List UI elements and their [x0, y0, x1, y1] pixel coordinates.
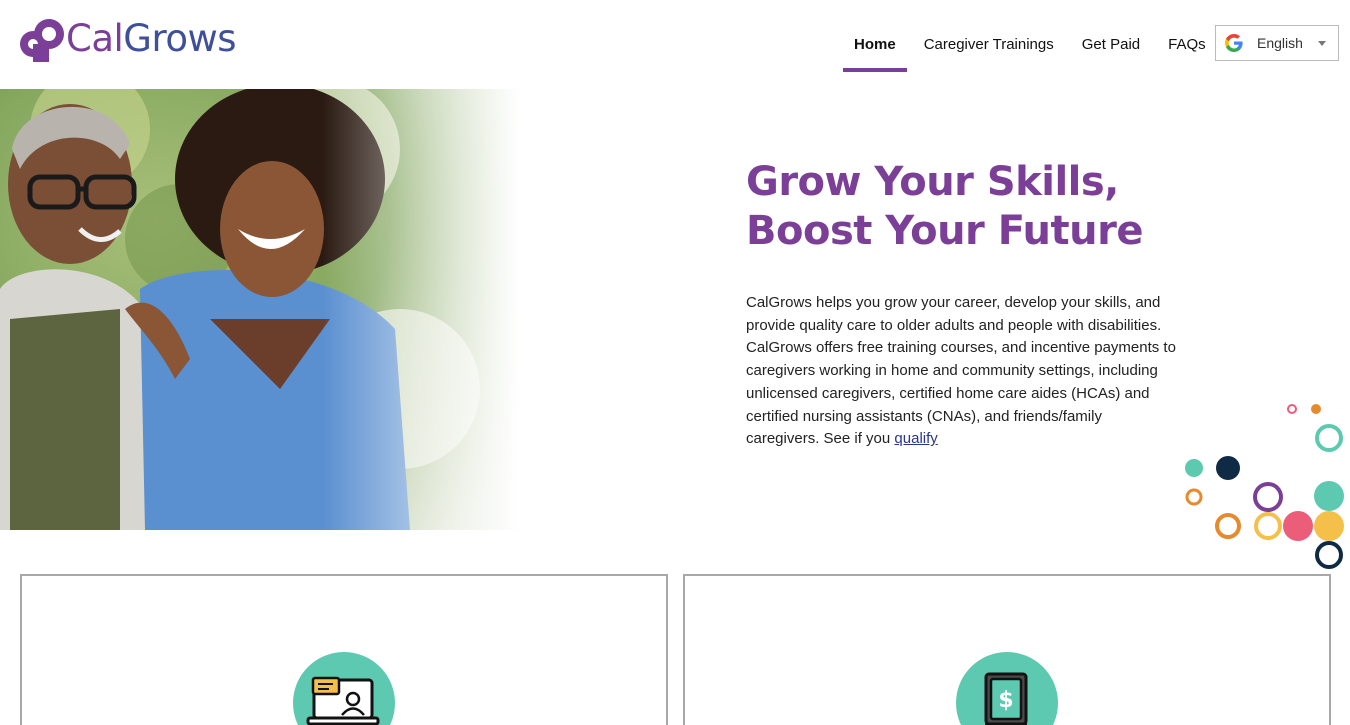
training-card[interactable] — [20, 574, 668, 725]
hero-title-line-2: Boost Your Future — [746, 208, 1143, 254]
nav-caregiver-trainings[interactable]: Caregiver Trainings — [910, 24, 1068, 67]
chevron-down-icon — [1318, 41, 1326, 46]
calgrows-logo-icon — [20, 19, 64, 62]
svg-text:$: $ — [998, 688, 1013, 713]
nav-get-paid[interactable]: Get Paid — [1068, 24, 1154, 67]
logo-text-grows: Grows — [123, 16, 237, 60]
qualify-link[interactable]: qualify — [894, 430, 937, 447]
hero-title: Grow Your Skills, Boost Your Future — [746, 158, 1166, 256]
online-training-icon — [293, 652, 395, 725]
hero-title-line-1: Grow Your Skills, — [746, 159, 1119, 205]
google-g-icon — [1225, 34, 1243, 52]
logo-text-cal: Cal — [66, 16, 124, 60]
hero-description-text: CalGrows helps you grow your career, dev… — [746, 294, 1176, 448]
hero-description: CalGrows helps you grow your career, dev… — [746, 292, 1176, 451]
logo-wordmark: CalGrows — [66, 16, 237, 60]
payment-book-icon: $ — [956, 652, 1058, 725]
caregiver-photo — [0, 89, 520, 530]
language-select[interactable]: English — [1215, 25, 1339, 61]
site-header: CalGrows Home Caregiver Trainings Get Pa… — [0, 0, 1350, 89]
main-nav: Home Caregiver Trainings Get Paid FAQs — [840, 24, 1220, 72]
nav-home[interactable]: Home — [840, 24, 910, 72]
language-select-value: English — [1257, 35, 1303, 51]
decorative-dots — [1185, 404, 1344, 569]
nav-faqs[interactable]: FAQs — [1154, 24, 1220, 67]
calgrows-logo[interactable]: CalGrows — [18, 14, 237, 64]
payment-card[interactable]: $ — [683, 574, 1331, 725]
